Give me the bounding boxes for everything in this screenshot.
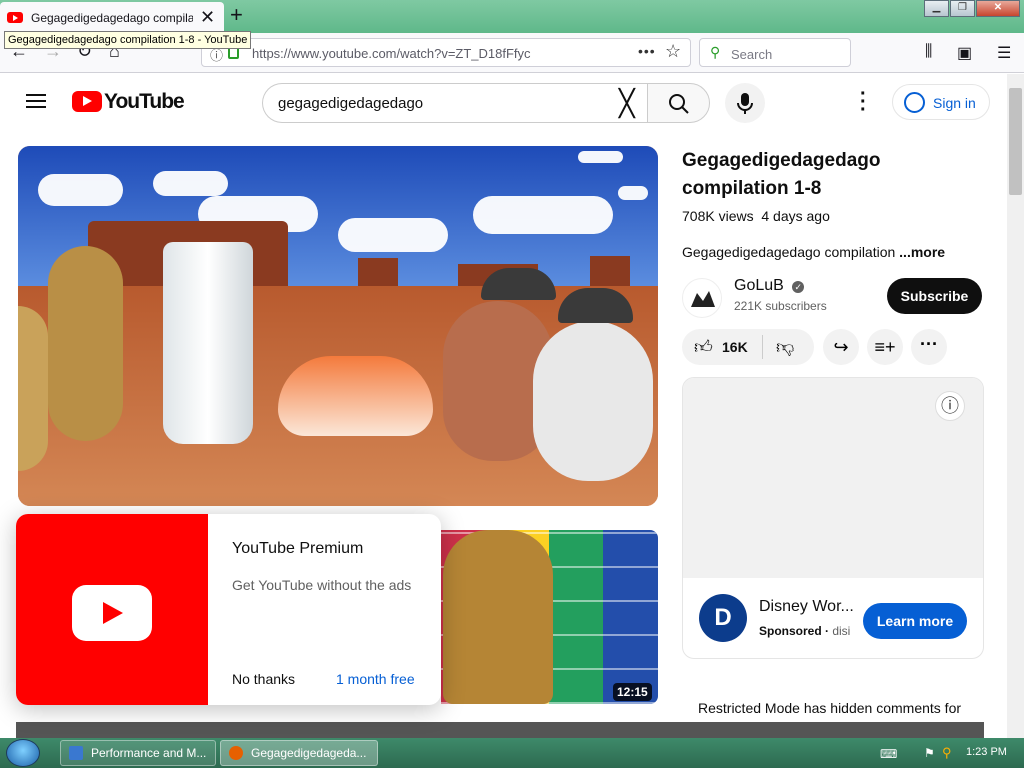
youtube-logo-text[interactable]: YouTube bbox=[104, 90, 185, 114]
share-button[interactable]: ↪ bbox=[823, 329, 859, 365]
sponsored-text: Sponsored bbox=[759, 624, 822, 638]
more-icon: ··· bbox=[920, 334, 938, 354]
channel-avatar[interactable] bbox=[682, 278, 722, 318]
menu-icon[interactable]: ☰ bbox=[997, 43, 1011, 63]
ad-domain: disi bbox=[832, 624, 851, 638]
taskbar-item-performance[interactable]: Performance and M... bbox=[60, 740, 216, 766]
sponsored-ad-card[interactable]: ⓘ D Disney Wor... Sponsored · disi Learn… bbox=[682, 377, 984, 659]
premium-title: YouTube Premium bbox=[232, 540, 364, 557]
search-query[interactable]: gegagedigedagedago bbox=[278, 95, 423, 112]
sign-in-button[interactable]: Sign in bbox=[892, 84, 990, 120]
youtube-favicon-icon bbox=[7, 12, 23, 23]
like-dislike-group: 👍︎ 16K 👎︎ bbox=[682, 329, 814, 365]
subscriber-count: 221K subscribers bbox=[734, 299, 827, 313]
voice-search-button[interactable] bbox=[725, 83, 765, 123]
more-actions-button[interactable]: ··· bbox=[911, 329, 947, 365]
library-icon[interactable]: ⫼ bbox=[925, 43, 932, 61]
settings-kebab-icon[interactable]: · · · bbox=[860, 84, 867, 120]
account-icon bbox=[904, 92, 925, 113]
new-tab-icon[interactable]: + bbox=[230, 2, 243, 28]
firefox-app-icon bbox=[229, 746, 243, 760]
microphone-icon bbox=[737, 93, 753, 114]
taskbar-item-label: Gegagedigedageda... bbox=[251, 746, 367, 760]
scrollbar-thumb[interactable] bbox=[1009, 88, 1022, 195]
restore-icon[interactable]: ❐ bbox=[950, 0, 975, 17]
video-duration-badge: 12:15 bbox=[613, 683, 652, 701]
taskbar-clock[interactable]: 1:23 PM bbox=[966, 746, 1007, 758]
premium-subtitle: Get YouTube without the ads bbox=[232, 577, 412, 593]
page-bottom-strip bbox=[16, 722, 984, 738]
ad-info-icon[interactable]: ⓘ bbox=[935, 391, 965, 421]
like-count[interactable]: 16K bbox=[722, 339, 748, 355]
dislike-icon[interactable]: 👎︎ bbox=[776, 336, 794, 358]
channel-name-text[interactable]: GoLuB bbox=[734, 277, 784, 294]
view-count: 708K views bbox=[682, 208, 754, 224]
search-placeholder: Search bbox=[731, 47, 773, 62]
url-text[interactable]: https://www.youtube.com/watch?v=ZT_D18fF… bbox=[252, 46, 531, 61]
channel-name[interactable]: GoLuB ✓ bbox=[734, 277, 805, 295]
bookmark-star-icon[interactable]: ☆ bbox=[665, 41, 681, 62]
video-title: Gegagedigedagedago compilation 1-8 bbox=[682, 150, 881, 199]
browser-tab-active[interactable]: Gegagedigedagedago compilati ✕ bbox=[0, 2, 224, 33]
restricted-mode-notice: Restricted Mode has hidden comments for bbox=[698, 700, 962, 716]
ad-sponsored-label: Sponsored · disi bbox=[759, 624, 851, 638]
tab-title: Gegagedigedagedago compilati bbox=[31, 11, 193, 25]
description-text: Gegagedigedagedago compilation bbox=[682, 244, 896, 260]
guide-menu-icon[interactable] bbox=[26, 94, 46, 108]
one-month-free-button[interactable]: 1 month free bbox=[336, 671, 415, 687]
youtube-search-button[interactable] bbox=[647, 83, 710, 123]
like-icon[interactable]: 👍︎ bbox=[694, 336, 713, 358]
video-meta: 708K views 4 days ago bbox=[682, 208, 830, 224]
minimize-icon[interactable]: ▁ bbox=[924, 0, 949, 17]
network-icon[interactable]: ⚑ bbox=[924, 746, 935, 760]
save-to-playlist-button[interactable]: ≡+ bbox=[867, 329, 903, 365]
channel-avatar-icon bbox=[691, 291, 715, 307]
keyboard-icon[interactable]: ⌨ bbox=[880, 747, 897, 761]
window-close-icon[interactable]: ✕ bbox=[976, 0, 1020, 17]
no-thanks-button[interactable]: No thanks bbox=[232, 671, 295, 687]
video-description[interactable]: Gegagedigedagedago compilation ...more bbox=[682, 244, 945, 260]
share-icon: ↪ bbox=[833, 337, 849, 357]
clear-search-icon[interactable]: ╳ bbox=[619, 88, 635, 119]
url-bar[interactable]: ⓘ https://www.youtube.com/watch?v=ZT_D18… bbox=[201, 38, 691, 67]
verified-badge-icon: ✓ bbox=[792, 281, 805, 293]
youtube-premium-promo: YouTube Premium Get YouTube without the … bbox=[16, 514, 441, 705]
playlist-add-icon: ≡+ bbox=[874, 337, 896, 357]
window-controls: ▁ ❐ ✕ bbox=[923, 0, 1020, 17]
learn-more-button[interactable]: Learn more bbox=[863, 603, 967, 639]
show-more-link[interactable]: ...more bbox=[899, 244, 945, 260]
start-button-icon[interactable] bbox=[6, 739, 40, 767]
browser-search-field[interactable]: ⚲ Search bbox=[699, 38, 851, 67]
sign-in-label: Sign in bbox=[933, 95, 976, 111]
browser-titlebar: Gegagedigedagedago compilati ✕ + ▁ ❐ ✕ bbox=[0, 0, 1024, 33]
subscribe-button[interactable]: Subscribe bbox=[887, 278, 982, 314]
tab-close-icon[interactable]: ✕ bbox=[200, 7, 215, 28]
taskbar-item-firefox[interactable]: Gegagedigedageda... bbox=[220, 740, 378, 766]
windows-taskbar: Performance and M... Gegagedigedageda...… bbox=[0, 738, 1024, 768]
page-actions-icon[interactable]: ••• bbox=[638, 43, 656, 59]
disney-logo-icon[interactable]: D bbox=[699, 594, 747, 642]
upload-age: 4 days ago bbox=[761, 208, 830, 224]
taskbar-item-label: Performance and M... bbox=[91, 746, 207, 760]
sidebar-icon[interactable]: ▣ bbox=[957, 43, 972, 63]
tab-tooltip: Gegagedigedagedago compilation 1-8 - You… bbox=[4, 31, 252, 49]
ad-title[interactable]: Disney Wor... bbox=[759, 598, 857, 616]
youtube-header: YouTube gegagedigedagedago ╳ · · · Sign in bbox=[0, 74, 1007, 130]
search-icon: ⚲ bbox=[710, 44, 721, 60]
youtube-search-input[interactable]: gegagedigedagedago ╳ bbox=[262, 83, 648, 123]
word-app-icon bbox=[69, 746, 83, 760]
search-tray-icon[interactable]: ⚲ bbox=[942, 745, 952, 761]
youtube-logo-icon[interactable] bbox=[72, 91, 102, 112]
related-video-thumbnail[interactable] bbox=[441, 530, 658, 704]
video-player[interactable] bbox=[18, 146, 658, 506]
search-icon bbox=[669, 94, 689, 114]
youtube-play-icon bbox=[72, 585, 152, 641]
